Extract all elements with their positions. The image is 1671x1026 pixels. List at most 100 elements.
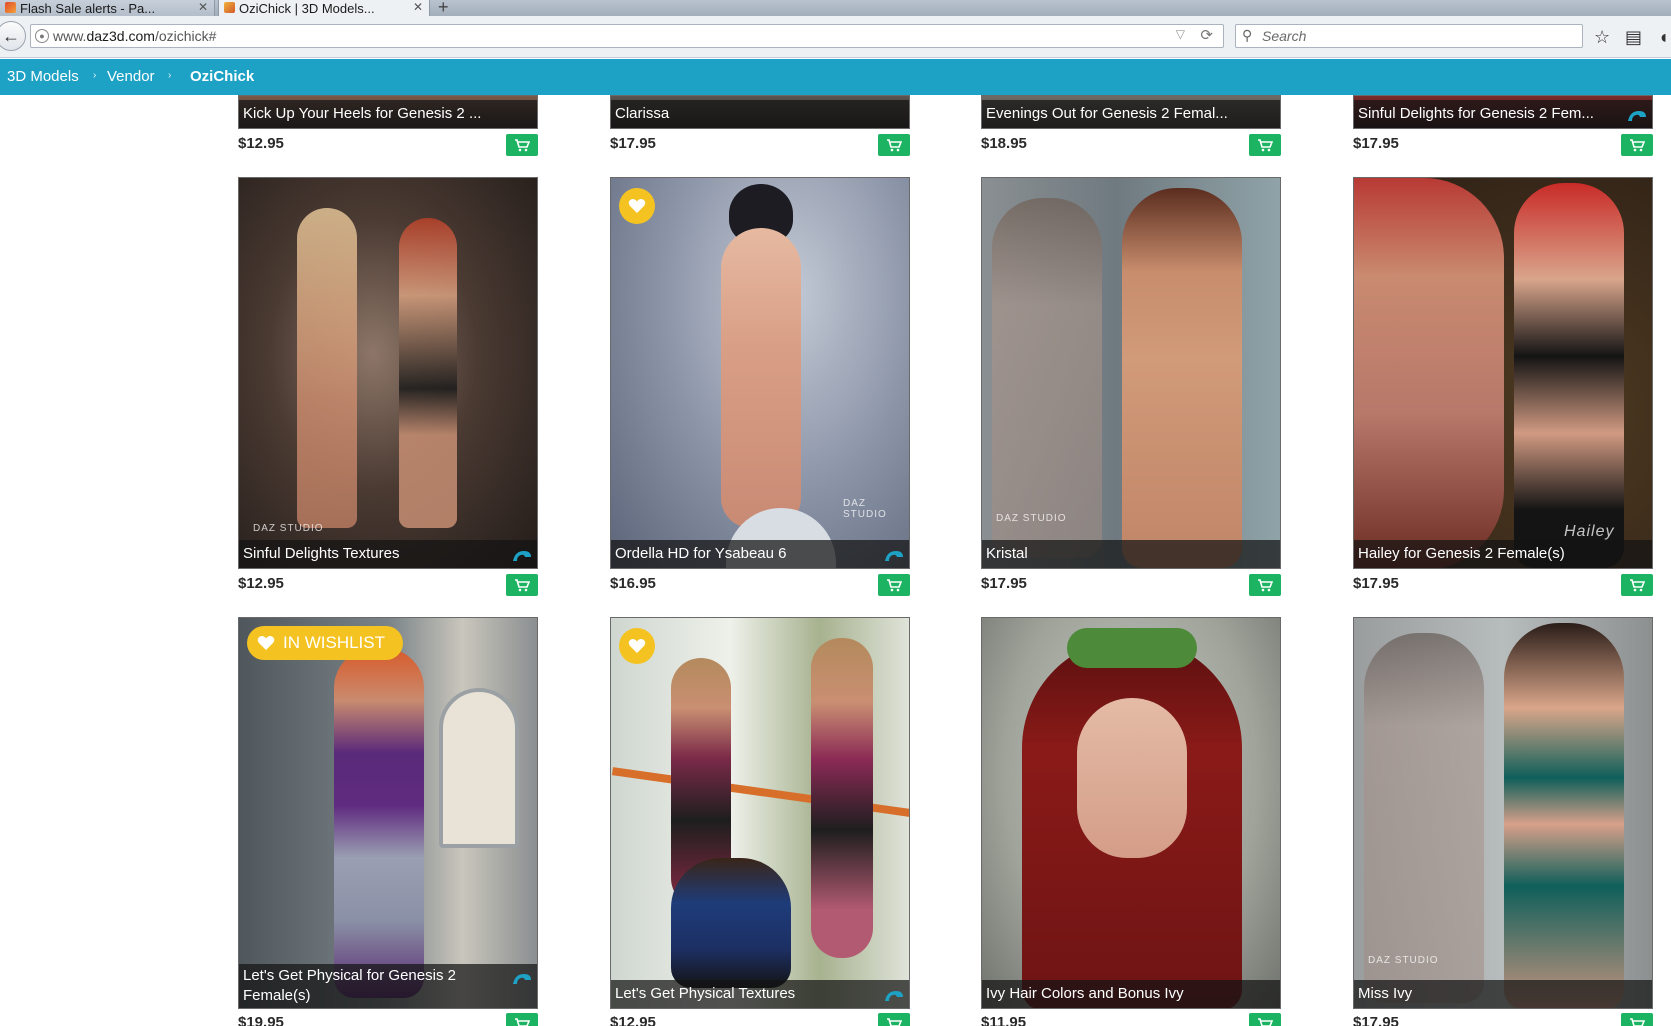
product-price: $17.95 (981, 575, 1027, 592)
add-to-cart-button[interactable] (1249, 1013, 1281, 1026)
model-figure (297, 208, 357, 528)
product-title[interactable]: Hailey for Genesis 2 Female(s) (1354, 540, 1652, 568)
reload-icon[interactable]: ⟳ (1200, 26, 1213, 44)
product-price: $17.95 (610, 135, 656, 152)
product-title[interactable]: Ivy Hair Colors and Bonus Ivy (982, 980, 1280, 1008)
search-input[interactable]: ⚲ Search (1235, 24, 1583, 48)
add-to-cart-button[interactable] (1249, 574, 1281, 596)
bookmark-star-icon[interactable]: ☆ (1594, 27, 1610, 48)
daz-studio-watermark: DAZ STUDIO (996, 513, 1067, 524)
product-title[interactable]: Clarissa (611, 100, 909, 128)
wishlist-label: IN WISHLIST (283, 633, 386, 652)
iray-icon (1628, 111, 1646, 121)
product-title[interactable]: Miss Ivy (1354, 980, 1652, 1008)
hailey-signature: Hailey (1564, 523, 1615, 540)
product-thumbnail[interactable]: Let's Get Physical Textures (610, 617, 910, 1009)
search-placeholder: Search (1262, 28, 1307, 44)
add-to-cart-button[interactable] (506, 574, 538, 596)
product-thumbnail[interactable]: DAZ STUDIO Sinful Delights Textures (238, 177, 538, 569)
product-price: $17.95 (1353, 575, 1399, 592)
product-title[interactable]: Kristal (982, 540, 1280, 568)
globe-icon: ● (35, 29, 49, 43)
product-thumbnail[interactable]: Evenings Out for Genesis 2 Femal... (981, 95, 1281, 129)
product-thumbnail[interactable]: Clarissa (610, 95, 910, 129)
add-to-cart-button[interactable] (1249, 134, 1281, 156)
add-to-cart-button[interactable] (1621, 134, 1653, 156)
product-price: $19.95 (238, 1014, 284, 1026)
product-title[interactable]: Ordella HD for Ysabeau 6 (611, 540, 909, 568)
product-thumbnail[interactable]: DAZ STUDIO Miss Ivy (1353, 617, 1653, 1009)
tab-label: OziChick | 3D Models... (239, 0, 375, 16)
search-icon: ⚲ (1242, 27, 1253, 43)
tab-favicon-icon (5, 2, 16, 13)
product-title[interactable]: Evenings Out for Genesis 2 Femal... (982, 100, 1280, 128)
browser-toolbar: ← ● www.daz3d.com/ozichick# ▽ ⟳ ⚲ Search… (0, 16, 1671, 58)
product-title[interactable]: Let's Get Physical for Genesis 2 Female(… (239, 964, 537, 1008)
model-figure (399, 218, 457, 528)
wishlist-heart-button[interactable] (619, 628, 655, 664)
product-title[interactable]: Kick Up Your Heels for Genesis 2 ... (239, 100, 537, 128)
product-thumbnail[interactable]: Ivy Hair Colors and Bonus Ivy (981, 617, 1281, 1009)
cart-icon (515, 1018, 530, 1026)
model-figure (811, 638, 873, 958)
add-to-cart-button[interactable] (878, 1013, 910, 1026)
tab-favicon-icon (224, 2, 235, 13)
heart-icon (628, 639, 646, 653)
close-tab-icon[interactable]: ✕ (413, 0, 423, 14)
add-to-cart-button[interactable] (1621, 1013, 1653, 1026)
product-title[interactable]: Let's Get Physical Textures (611, 980, 909, 1008)
product-price: $17.95 (1353, 1014, 1399, 1026)
model-figure (334, 648, 424, 998)
model-figure-faded (992, 198, 1102, 558)
close-tab-icon[interactable]: ✕ (198, 0, 208, 14)
product-price: $11.95 (981, 1014, 1027, 1026)
breadcrumb-ozichick[interactable]: OziChick (190, 68, 254, 85)
in-wishlist-badge[interactable]: IN WISHLIST (247, 626, 404, 660)
breadcrumb-3d-models[interactable]: 3D Models (7, 68, 79, 85)
add-to-cart-button[interactable] (506, 134, 538, 156)
product-thumbnail[interactable]: DAZ STUDIO Ordella HD for Ysabeau 6 (610, 177, 910, 569)
cart-icon (1258, 139, 1273, 152)
window-arch (439, 688, 519, 848)
browser-tab-ozichick[interactable]: OziChick | 3D Models... ✕ (218, 0, 430, 16)
cart-icon (887, 139, 902, 152)
iray-icon (885, 991, 903, 1001)
model-figure (1514, 183, 1624, 568)
iray-icon (513, 974, 531, 984)
tab-label: Flash Sale alerts - Pa... (20, 0, 156, 16)
browser-tab-flash-sale[interactable]: Flash Sale alerts - Pa... ✕ (0, 0, 215, 16)
product-thumbnail[interactable]: IN WISHLIST Let's Get Physical for Genes… (238, 617, 538, 1009)
history-dropdown-icon[interactable]: ▽ (1176, 27, 1185, 41)
model-figure-faded (1364, 633, 1484, 1003)
product-thumbnail[interactable]: Hailey Hailey for Genesis 2 Female(s) (1353, 177, 1653, 569)
back-button[interactable]: ← (0, 21, 26, 51)
product-price: $18.95 (981, 135, 1027, 152)
breadcrumb-separator: › (93, 70, 97, 81)
daz-studio-watermark: DAZ STUDIO (1368, 955, 1439, 966)
wishlist-heart-button[interactable] (619, 188, 655, 224)
browser-tab-strip: Flash Sale alerts - Pa... ✕ OziChick | 3… (0, 0, 1671, 17)
product-title[interactable]: Sinful Delights Textures (239, 540, 537, 568)
breadcrumb-vendor[interactable]: Vendor (107, 68, 155, 85)
ivy-leaves (1067, 628, 1197, 668)
product-thumbnail[interactable]: Sinful Delights for Genesis 2 Fem... (1353, 95, 1653, 129)
model-figure (1504, 623, 1624, 1008)
daz-studio-watermark: DAZ STUDIO (253, 523, 324, 534)
cart-icon (1630, 579, 1645, 592)
pocket-icon[interactable]: ◖ (1658, 27, 1669, 48)
add-to-cart-button[interactable] (506, 1013, 538, 1026)
product-title[interactable]: Sinful Delights for Genesis 2 Fem... (1354, 100, 1652, 128)
reading-list-icon[interactable]: ▤ (1625, 27, 1642, 48)
product-thumbnail[interactable]: Kick Up Your Heels for Genesis 2 ... (238, 95, 538, 129)
cart-icon (515, 139, 530, 152)
add-to-cart-button[interactable] (1621, 574, 1653, 596)
add-to-cart-button[interactable] (878, 134, 910, 156)
add-to-cart-button[interactable] (878, 574, 910, 596)
product-price: $12.95 (238, 575, 284, 592)
product-thumbnail[interactable]: DAZ STUDIO Kristal (981, 177, 1281, 569)
address-bar[interactable]: ● www.daz3d.com/ozichick# ▽ ⟳ (30, 24, 1224, 48)
model-face (1077, 698, 1187, 858)
model-face (1354, 178, 1504, 568)
model-figure (721, 228, 801, 528)
iray-icon (513, 551, 531, 561)
